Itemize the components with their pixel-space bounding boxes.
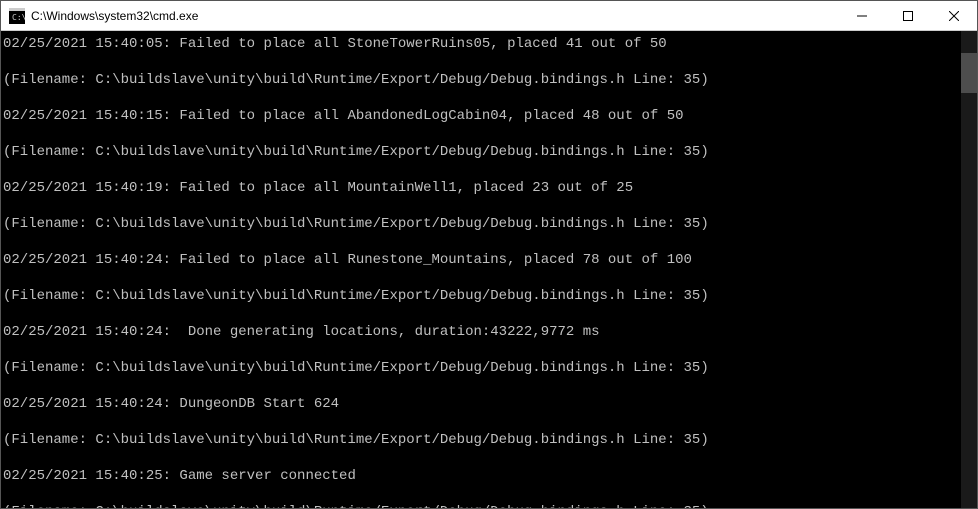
console-line xyxy=(3,485,971,503)
console-line: 02/25/2021 15:40:19: Failed to place all… xyxy=(3,179,971,197)
window-title: C:\Windows\system32\cmd.exe xyxy=(31,9,198,23)
console-line xyxy=(3,413,971,431)
console-line xyxy=(3,161,971,179)
scrollbar-thumb[interactable] xyxy=(961,53,977,93)
maximize-button[interactable] xyxy=(885,1,931,30)
console-line: 02/25/2021 15:40:05: Failed to place all… xyxy=(3,35,971,53)
console-output[interactable]: 02/25/2021 15:40:05: Failed to place all… xyxy=(1,31,977,508)
console-line xyxy=(3,377,971,395)
window-controls xyxy=(839,1,977,30)
console-line: (Filename: C:\buildslave\unity\build\Run… xyxy=(3,71,971,89)
client-area: 02/25/2021 15:40:05: Failed to place all… xyxy=(1,31,977,508)
console-line: (Filename: C:\buildslave\unity\build\Run… xyxy=(3,287,971,305)
vertical-scrollbar[interactable] xyxy=(961,31,977,508)
console-line: 02/25/2021 15:40:24: Failed to place all… xyxy=(3,251,971,269)
svg-text:C:\: C:\ xyxy=(12,13,25,22)
console-line: 02/25/2021 15:40:24: Done generating loc… xyxy=(3,323,971,341)
console-line xyxy=(3,305,971,323)
console-line xyxy=(3,449,971,467)
console-line: (Filename: C:\buildslave\unity\build\Run… xyxy=(3,503,971,508)
titlebar[interactable]: C:\ C:\Windows\system32\cmd.exe xyxy=(1,1,977,31)
minimize-button[interactable] xyxy=(839,1,885,30)
console-line xyxy=(3,269,971,287)
console-line xyxy=(3,197,971,215)
console-line: (Filename: C:\buildslave\unity\build\Run… xyxy=(3,431,971,449)
console-line xyxy=(3,233,971,251)
console-line xyxy=(3,341,971,359)
close-button[interactable] xyxy=(931,1,977,30)
console-line: (Filename: C:\buildslave\unity\build\Run… xyxy=(3,143,971,161)
console-line: (Filename: C:\buildslave\unity\build\Run… xyxy=(3,215,971,233)
cmd-icon: C:\ xyxy=(9,8,25,24)
console-line xyxy=(3,125,971,143)
app-window: C:\ C:\Windows\system32\cmd.exe 02/25/20… xyxy=(0,0,978,509)
console-line: 02/25/2021 15:40:15: Failed to place all… xyxy=(3,107,971,125)
console-line xyxy=(3,89,971,107)
console-line: 02/25/2021 15:40:25: Game server connect… xyxy=(3,467,971,485)
console-line: 02/25/2021 15:40:24: DungeonDB Start 624 xyxy=(3,395,971,413)
console-line xyxy=(3,53,971,71)
console-line: (Filename: C:\buildslave\unity\build\Run… xyxy=(3,359,971,377)
